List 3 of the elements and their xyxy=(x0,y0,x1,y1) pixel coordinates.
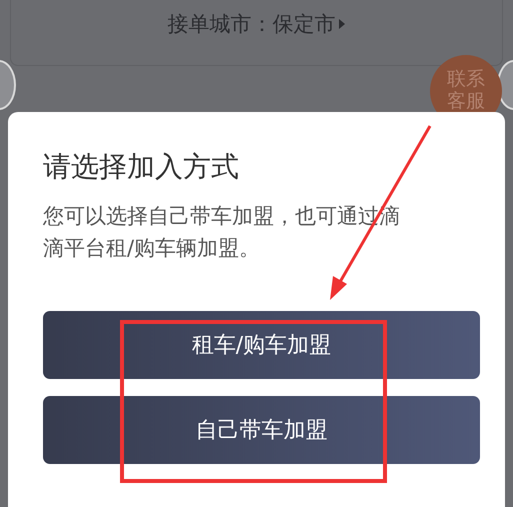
sheet-title: 请选择加入方式 xyxy=(43,149,240,185)
join-option-button[interactable]: 租车/购车加盟 xyxy=(43,311,480,379)
join-option-button[interactable]: 自己带车加盟 xyxy=(43,396,480,464)
